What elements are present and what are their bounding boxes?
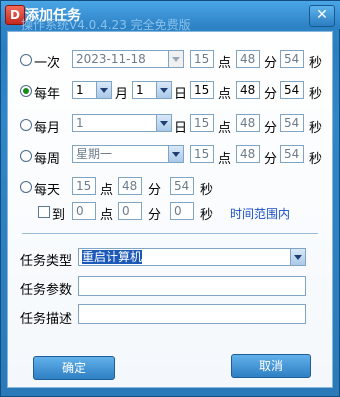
radio-monthly[interactable]: [20, 119, 32, 131]
monthly-day-select[interactable]: 1: [72, 114, 172, 132]
yearly-minute-input[interactable]: 48: [236, 81, 260, 99]
radio-yearly-label: 每年: [34, 87, 61, 102]
monthly-day-value: 1: [76, 116, 84, 130]
weekly-second-input[interactable]: 54: [280, 145, 304, 163]
monthly-hour-input[interactable]: 15: [190, 114, 214, 132]
hour-unit: 点: [218, 56, 232, 71]
task-desc-label: 任务描述: [20, 312, 73, 327]
dialog-window: D 添加任务 操作系统V4.0.4.23 完全免费版 ✕ 一次 2023-11-…: [0, 0, 340, 397]
once-hour-input[interactable]: 15: [190, 50, 214, 68]
close-button[interactable]: ✕: [309, 5, 335, 27]
to-hour-input[interactable]: 0: [72, 202, 96, 220]
minute-unit: 分: [264, 121, 278, 136]
radio-weekly[interactable]: [20, 150, 32, 162]
weekday-value: 星期一: [76, 147, 113, 161]
daily-second-input[interactable]: 54: [170, 177, 194, 195]
yearly-month-value: 1: [76, 83, 84, 97]
yearly-second-input[interactable]: 54: [280, 81, 304, 99]
divider: [22, 233, 318, 234]
to-label: 到: [52, 208, 66, 223]
radio-daily[interactable]: [20, 181, 32, 193]
task-param-input[interactable]: [78, 276, 306, 296]
chevron-down-icon[interactable]: [168, 146, 183, 162]
monthly-minute-input[interactable]: 48: [236, 114, 260, 132]
second-unit: 秒: [309, 152, 323, 167]
ok-button[interactable]: 确定: [33, 356, 115, 380]
second-unit: 秒: [309, 87, 323, 102]
daily-hour-input[interactable]: 15: [72, 177, 96, 195]
radio-daily-label: 每天: [34, 183, 61, 198]
hour-unit: 点: [218, 87, 232, 102]
radio-once[interactable]: [20, 54, 32, 66]
day-unit: 日: [174, 121, 188, 136]
title-bar[interactable]: D 添加任务 操作系统V4.0.4.23 完全免费版 ✕: [1, 1, 340, 32]
yearly-month-select[interactable]: 1: [72, 81, 112, 99]
minute-unit: 分: [264, 56, 278, 71]
second-unit: 秒: [200, 183, 214, 198]
cancel-button[interactable]: 取消: [231, 354, 311, 378]
radio-monthly-label: 每月: [34, 121, 61, 136]
to-second-input[interactable]: 0: [170, 202, 194, 220]
task-desc-input[interactable]: [78, 304, 306, 324]
month-unit: 月: [115, 87, 129, 102]
second-unit: 秒: [309, 121, 323, 136]
day-unit: 日: [174, 87, 188, 102]
date-value: 2023-11-18: [76, 52, 146, 66]
monthly-second-input[interactable]: 54: [280, 114, 304, 132]
once-minute-input[interactable]: 48: [236, 50, 260, 68]
to-checkbox[interactable]: [38, 206, 50, 218]
task-type-label: 任务类型: [20, 254, 73, 269]
second-unit: 秒: [200, 208, 214, 223]
to-minute-input[interactable]: 0: [118, 202, 142, 220]
task-form-panel: 一次 2023-11-18 15 点 48 分 54 秒 每年 1 月 1 日 …: [7, 31, 333, 388]
weekday-select[interactable]: 星期一: [72, 145, 184, 163]
minute-unit: 分: [148, 183, 162, 198]
time-range-link[interactable]: 时间范围内: [230, 205, 290, 222]
task-param-label: 任务参数: [20, 283, 73, 298]
chevron-down-icon[interactable]: [156, 82, 171, 98]
hour-unit: 点: [218, 152, 232, 167]
chevron-down-icon[interactable]: [96, 82, 111, 98]
hour-unit: 点: [100, 208, 114, 223]
hour-unit: 点: [218, 121, 232, 136]
daily-minute-input[interactable]: 48: [118, 177, 142, 195]
weekly-minute-input[interactable]: 48: [236, 145, 260, 163]
close-icon: ✕: [316, 7, 328, 23]
yearly-hour-input[interactable]: 15: [190, 81, 214, 99]
task-type-value: 重启计算机: [82, 250, 143, 264]
minute-unit: 分: [148, 208, 162, 223]
radio-once-label: 一次: [34, 56, 61, 71]
yearly-day-select[interactable]: 1: [132, 81, 172, 99]
date-picker[interactable]: 2023-11-18: [72, 50, 184, 68]
second-unit: 秒: [309, 56, 323, 71]
minute-unit: 分: [264, 87, 278, 102]
task-type-select[interactable]: 重启计算机: [78, 248, 306, 266]
yearly-day-value: 1: [136, 83, 144, 97]
radio-weekly-label: 每周: [34, 152, 61, 167]
weekly-hour-input[interactable]: 15: [190, 145, 214, 163]
once-second-input[interactable]: 54: [280, 50, 304, 68]
chevron-down-icon[interactable]: [156, 115, 171, 131]
chevron-down-icon[interactable]: [168, 51, 183, 67]
minute-unit: 分: [264, 152, 278, 167]
hour-unit: 点: [100, 183, 114, 198]
chevron-down-icon[interactable]: [290, 249, 305, 265]
radio-yearly[interactable]: [20, 85, 32, 97]
